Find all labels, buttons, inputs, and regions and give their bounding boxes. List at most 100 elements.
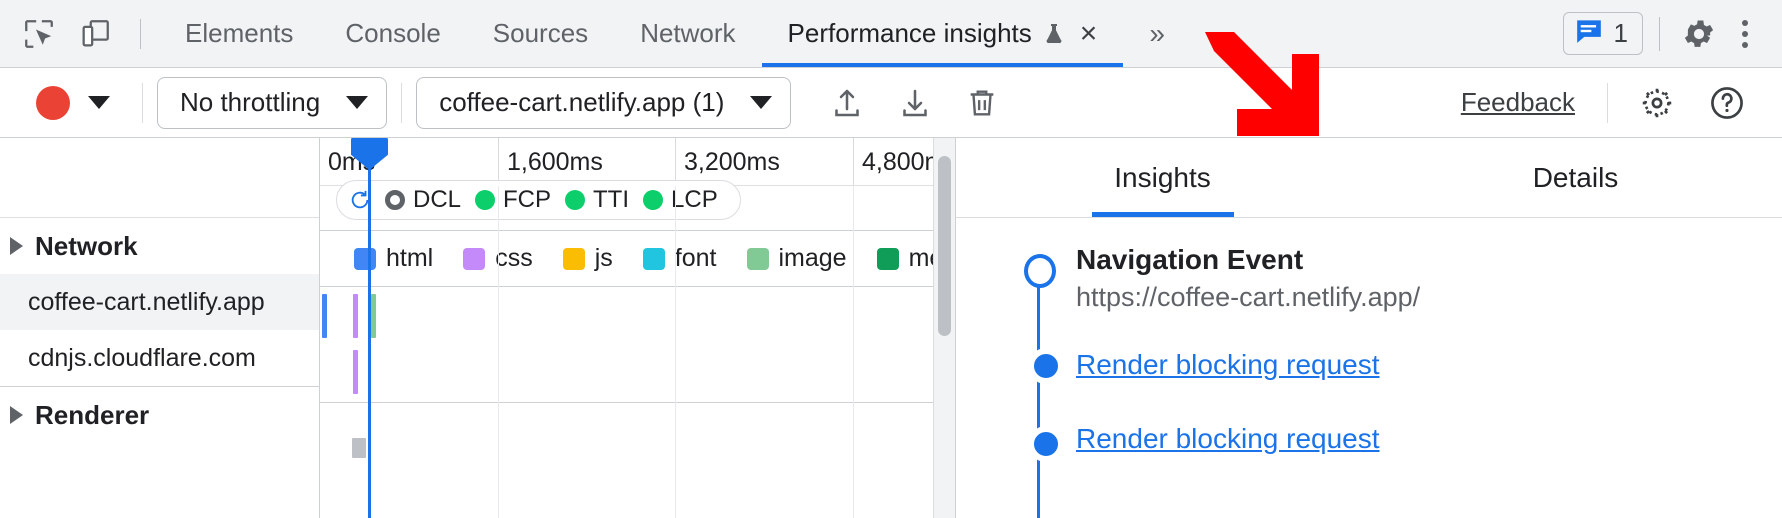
throttling-select[interactable]: No throttling [157, 77, 387, 129]
tab-elements[interactable]: Elements [159, 0, 319, 67]
insights-side-panel: Insights Details Navigation Event https:… [955, 138, 1782, 518]
timeline-ruler[interactable]: 0ms 1,600ms 3,200ms 4,800ms [320, 138, 933, 186]
lcp-dot-icon [643, 190, 663, 210]
chevron-down-icon [346, 96, 368, 109]
record-options-dropdown[interactable] [70, 96, 128, 109]
tab-elements-label: Elements [185, 18, 293, 49]
download-trace-button[interactable] [881, 85, 949, 121]
marker-fcp[interactable]: FCP [475, 186, 551, 214]
tab-insights-label: Insights [1114, 162, 1211, 194]
track-label: cdnjs.cloudflare.com [10, 344, 256, 373]
chevron-down-icon [750, 96, 772, 109]
render-blocking-request-link-1[interactable]: Render blocking request [1076, 349, 1782, 381]
timeline-gridline [853, 186, 854, 518]
panel-tabs: Elements Console Sources Network Perform… [159, 0, 1191, 67]
marker-dcl[interactable]: DCL [385, 186, 461, 214]
image-swatch-icon [747, 248, 769, 270]
issues-icon [1574, 18, 1604, 49]
legend-label: image [779, 244, 847, 273]
tab-bar-right-controls: 1 [1563, 0, 1782, 67]
toolbar-divider-3 [1607, 83, 1608, 123]
tab-performance-insights-label: Performance insights [788, 18, 1032, 49]
renderer-activity-bar[interactable] [352, 438, 366, 458]
tab-details-label: Details [1533, 162, 1619, 194]
tab-sources[interactable]: Sources [467, 0, 614, 67]
page-select-value: coffee-cart.netlify.app (1) [439, 87, 724, 118]
issues-count: 1 [1614, 18, 1628, 49]
device-toolbar-icon[interactable] [72, 11, 118, 57]
timeline-gridline [498, 186, 499, 518]
upload-trace-button[interactable] [813, 85, 881, 121]
more-options-icon[interactable] [1728, 20, 1762, 48]
timeline-playhead[interactable] [368, 138, 371, 518]
scrollbar-thumb[interactable] [938, 156, 951, 336]
more-tabs-icon[interactable]: » [1123, 0, 1191, 67]
performance-toolbar: No throttling coffee-cart.netlify.app (1… [0, 68, 1782, 138]
network-type-legend: html css js font image media [354, 244, 933, 273]
tab-sources-label: Sources [493, 18, 588, 49]
issues-counter-button[interactable]: 1 [1563, 12, 1643, 55]
marker-lcp[interactable]: LCP [643, 186, 718, 214]
legend-image: image [747, 244, 847, 273]
network-section-separator [320, 286, 933, 287]
ruler-tick: 3,200ms [675, 138, 780, 185]
insights-content: Navigation Event https://coffee-cart.net… [956, 218, 1782, 518]
timeline-separator [320, 230, 933, 231]
request-bar-cdnjs-css[interactable] [353, 350, 358, 394]
track-row-renderer[interactable]: Renderer [0, 387, 319, 443]
request-bar-css[interactable] [353, 294, 358, 338]
tab-performance-insights[interactable]: Performance insights × [762, 0, 1124, 67]
toolbar-divider-1 [142, 83, 143, 123]
tab-bar-left-icons [0, 0, 153, 67]
request-bar-html[interactable] [322, 294, 327, 338]
ruler-tick: 4,800ms [853, 138, 933, 185]
tab-insights[interactable]: Insights [956, 138, 1369, 217]
toolbar-divider-2 [401, 83, 402, 123]
request-bar-js[interactable] [371, 294, 376, 338]
track-row-cdnjs[interactable]: cdnjs.cloudflare.com [0, 330, 319, 386]
tab-console[interactable]: Console [319, 0, 466, 67]
insights-timeline-rail [1012, 244, 1066, 518]
render-blocking-request-link-2[interactable]: Render blocking request [1076, 423, 1782, 455]
help-icon[interactable] [1692, 84, 1762, 122]
insight-details: Navigation Event https://coffee-cart.net… [1066, 244, 1782, 518]
legend-label: html [386, 244, 433, 273]
clear-trace-button[interactable] [949, 86, 1015, 120]
toolbar-right-controls: Feedback [1461, 83, 1762, 123]
devtools-tab-bar: Elements Console Sources Network Perform… [0, 0, 1782, 68]
fcp-dot-icon [475, 190, 495, 210]
performance-main: Network coffee-cart.netlify.app cdnjs.cl… [0, 138, 1782, 518]
gear-icon[interactable] [1676, 11, 1722, 57]
rail-line [1037, 274, 1040, 518]
tab-network[interactable]: Network [614, 0, 761, 67]
record-button[interactable] [36, 86, 70, 120]
experiment-flask-icon [1042, 21, 1066, 47]
timing-markers-legend: DCL FCP TTI LCP [336, 180, 741, 220]
insight-node-icon [1028, 426, 1064, 462]
track-row-network[interactable]: Network [0, 218, 319, 274]
tab-details[interactable]: Details [1369, 138, 1782, 217]
legend-html: html [354, 244, 433, 273]
legend-label: css [495, 244, 533, 273]
throttling-value: No throttling [180, 87, 320, 118]
ruler-spacer [0, 138, 319, 218]
tab-console-label: Console [345, 18, 440, 49]
marker-tti[interactable]: TTI [565, 186, 629, 214]
navigation-event-url: https://coffee-cart.netlify.app/ [1076, 282, 1782, 313]
page-select[interactable]: coffee-cart.netlify.app (1) [416, 77, 791, 129]
timeline-canvas[interactable]: 0ms 1,600ms 3,200ms 4,800ms DCL FCP TTI [320, 138, 933, 518]
timeline-scrollbar[interactable] [933, 138, 955, 518]
inspect-element-icon[interactable] [16, 11, 62, 57]
legend-media: media [877, 244, 933, 273]
close-tab-icon[interactable]: × [1080, 19, 1098, 49]
tab-network-label: Network [640, 18, 735, 49]
settings-gear-icon[interactable] [1622, 84, 1692, 122]
track-row-coffee-cart[interactable]: coffee-cart.netlify.app [0, 274, 319, 330]
side-panel-tabs: Insights Details [956, 138, 1782, 218]
chevron-right-icon [10, 406, 23, 424]
tab-bar-divider [140, 19, 141, 49]
js-swatch-icon [563, 248, 585, 270]
track-label: coffee-cart.netlify.app [10, 288, 265, 317]
marker-label: FCP [503, 186, 551, 214]
feedback-link[interactable]: Feedback [1461, 87, 1593, 118]
